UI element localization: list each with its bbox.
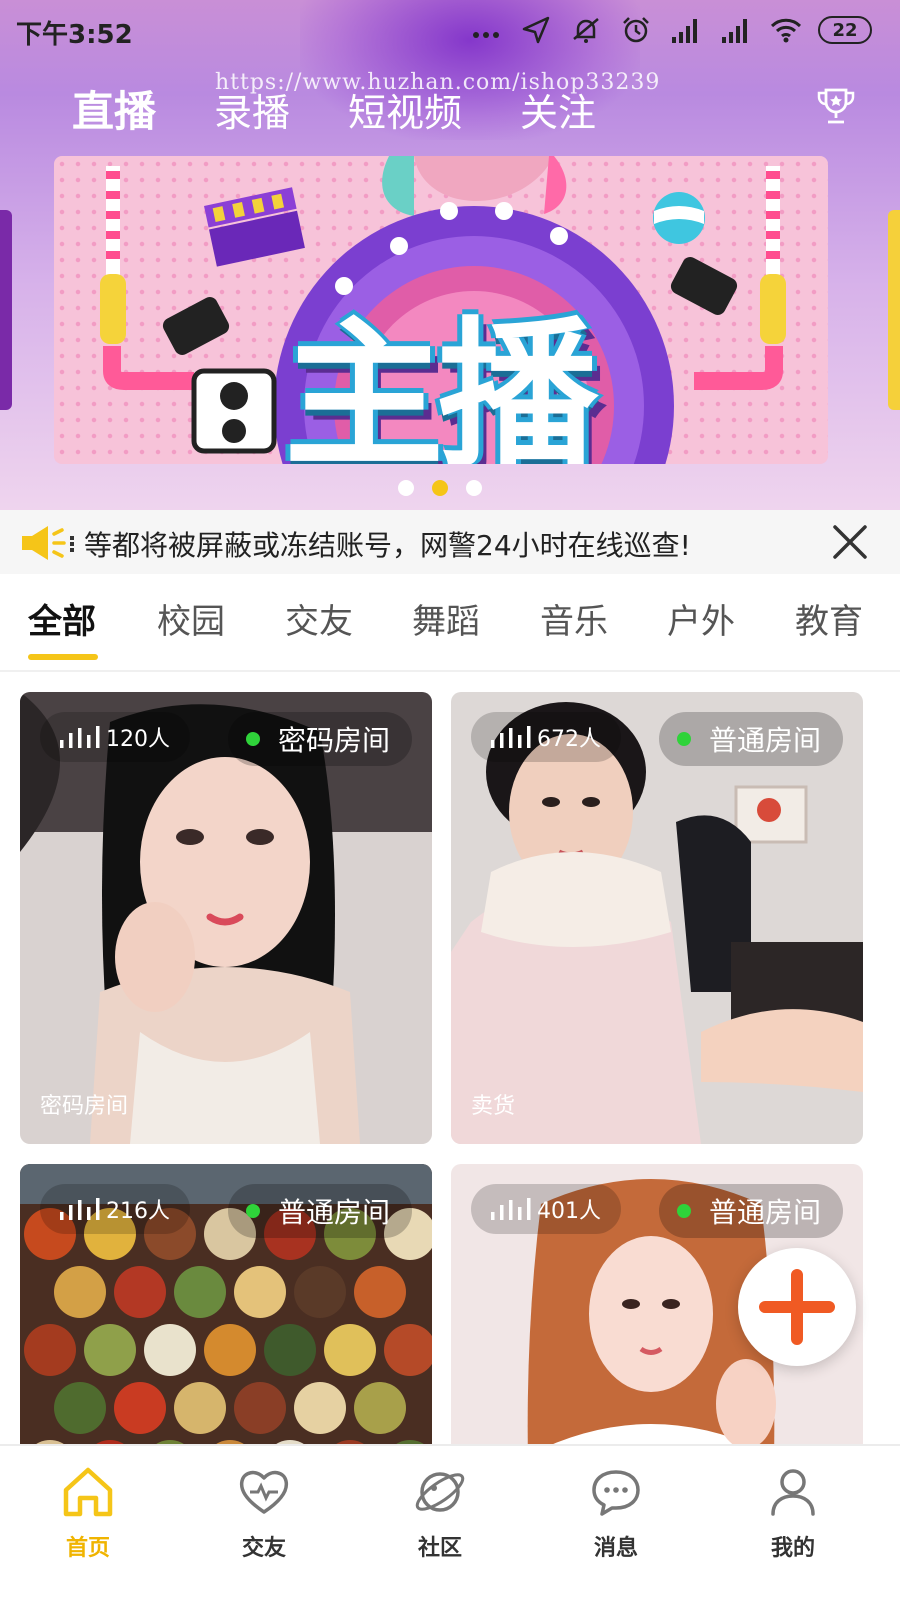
plus-icon: [759, 1269, 835, 1345]
tab-short-video[interactable]: 短视频: [348, 82, 462, 137]
room-caption: 密码房间: [40, 1094, 129, 1119]
room-type-text: 密码房间: [277, 724, 390, 757]
nav-label: 交友: [241, 1536, 286, 1561]
online-dot: [245, 1204, 260, 1218]
room-type-tag: 密码房间: [227, 712, 412, 766]
category-dance[interactable]: 舞蹈: [412, 594, 480, 643]
active-category-indicator: [28, 654, 98, 660]
room-type-text: 普通房间: [277, 1196, 390, 1229]
viewer-count-text: 672人: [537, 727, 601, 752]
battery-indicator: 22: [818, 16, 872, 44]
online-dot: [676, 732, 691, 746]
nav-messages[interactable]: 消息: [556, 1464, 676, 1562]
hero-header: 下午3:52 22 https://www.huzhan.com/ishop33…: [0, 0, 900, 520]
nav-label: 消息: [593, 1536, 638, 1561]
nav-profile[interactable]: 我的: [733, 1464, 853, 1562]
category-outdoor[interactable]: 户外: [667, 594, 735, 643]
audio-bars-icon: [60, 726, 100, 748]
signal-1-icon: [668, 14, 704, 46]
notice-bar: 等都将被屏蔽或冻结账号，网警24小时在线巡查!: [0, 510, 900, 574]
pagination-dot-active[interactable]: [432, 480, 448, 496]
viewer-count-text: 401人: [537, 1199, 601, 1224]
heart-pulse-icon: [239, 1470, 289, 1514]
room-type-tag: 普通房间: [658, 712, 843, 766]
category-campus[interactable]: 校园: [157, 594, 225, 643]
nav-community[interactable]: 社区: [380, 1464, 500, 1562]
online-dot: [676, 1204, 691, 1218]
audio-bars-icon: [491, 726, 531, 748]
close-icon[interactable]: [830, 522, 870, 562]
top-tabs: 直播 录播 短视频 关注: [72, 78, 654, 139]
status-bar: 下午3:52 22: [0, 0, 900, 60]
online-dot: [245, 732, 260, 746]
home-icon: [63, 1467, 113, 1517]
room-card[interactable]: 120人 密码房间 密码房间: [20, 692, 432, 1144]
create-live-button[interactable]: [738, 1248, 856, 1366]
signal-2-icon: [718, 14, 754, 46]
promo-banner[interactable]: 主播: [54, 156, 828, 464]
tab-live[interactable]: 直播: [72, 78, 156, 139]
trophy-icon[interactable]: [814, 84, 858, 128]
megaphone-icon: [22, 526, 74, 560]
alarm-icon: [618, 14, 654, 46]
user-icon: [771, 1469, 815, 1516]
banner-prev-peek: [0, 210, 12, 410]
banner-pagination: [398, 480, 482, 496]
room-type-text: 普通房间: [708, 1196, 821, 1229]
viewer-count-text: 120人: [106, 727, 170, 752]
banner-title: 主播: [284, 302, 598, 464]
wifi-icon: [768, 14, 804, 46]
category-friends[interactable]: 交友: [285, 594, 353, 643]
category-all[interactable]: 全部: [28, 594, 96, 643]
category-education[interactable]: 教育: [795, 594, 863, 643]
more-dots-icon: [468, 14, 504, 46]
notice-text: 等都将被屏蔽或冻结账号，网警24小时在线巡查!: [84, 529, 691, 562]
tab-following[interactable]: 关注: [520, 82, 596, 137]
category-tabs: 全部 校园 交友 舞蹈 音乐 户外 教育: [0, 574, 900, 672]
pagination-dot[interactable]: [398, 480, 414, 496]
category-music[interactable]: 音乐: [540, 594, 608, 643]
pagination-dot[interactable]: [466, 480, 482, 496]
nav-label: 社区: [417, 1536, 462, 1561]
room-caption: 卖货: [471, 1094, 516, 1119]
nav-home[interactable]: 首页: [28, 1464, 148, 1562]
room-type-tag: 普通房间: [658, 1184, 843, 1238]
status-icons: 22: [468, 14, 872, 46]
viewer-count-text: 216人: [106, 1199, 170, 1224]
audio-bars-icon: [60, 1198, 100, 1220]
viewer-count: 216人: [40, 1184, 190, 1234]
status-time: 下午3:52: [16, 20, 133, 50]
nav-label: 我的: [770, 1536, 815, 1561]
banner-next-peek: [888, 210, 900, 410]
bottom-navigation: 首页 交友 社区 消息 我的: [0, 1444, 900, 1600]
chat-icon: [592, 1470, 640, 1516]
room-type-tag: 普通房间: [227, 1184, 412, 1238]
tab-recorded[interactable]: 录播: [214, 82, 290, 137]
viewer-count: 672人: [471, 712, 621, 762]
room-type-text: 普通房间: [708, 724, 821, 757]
mute-bell-icon: [568, 14, 604, 46]
audio-bars-icon: [491, 1198, 531, 1220]
nav-label: 首页: [65, 1536, 110, 1561]
viewer-count: 401人: [471, 1184, 621, 1234]
planet-icon: [415, 1472, 465, 1512]
nav-friends[interactable]: 交友: [204, 1464, 324, 1562]
viewer-count: 120人: [40, 712, 190, 762]
location-arrow-icon: [518, 14, 554, 46]
room-card[interactable]: 672人 普通房间 卖货: [451, 692, 863, 1144]
